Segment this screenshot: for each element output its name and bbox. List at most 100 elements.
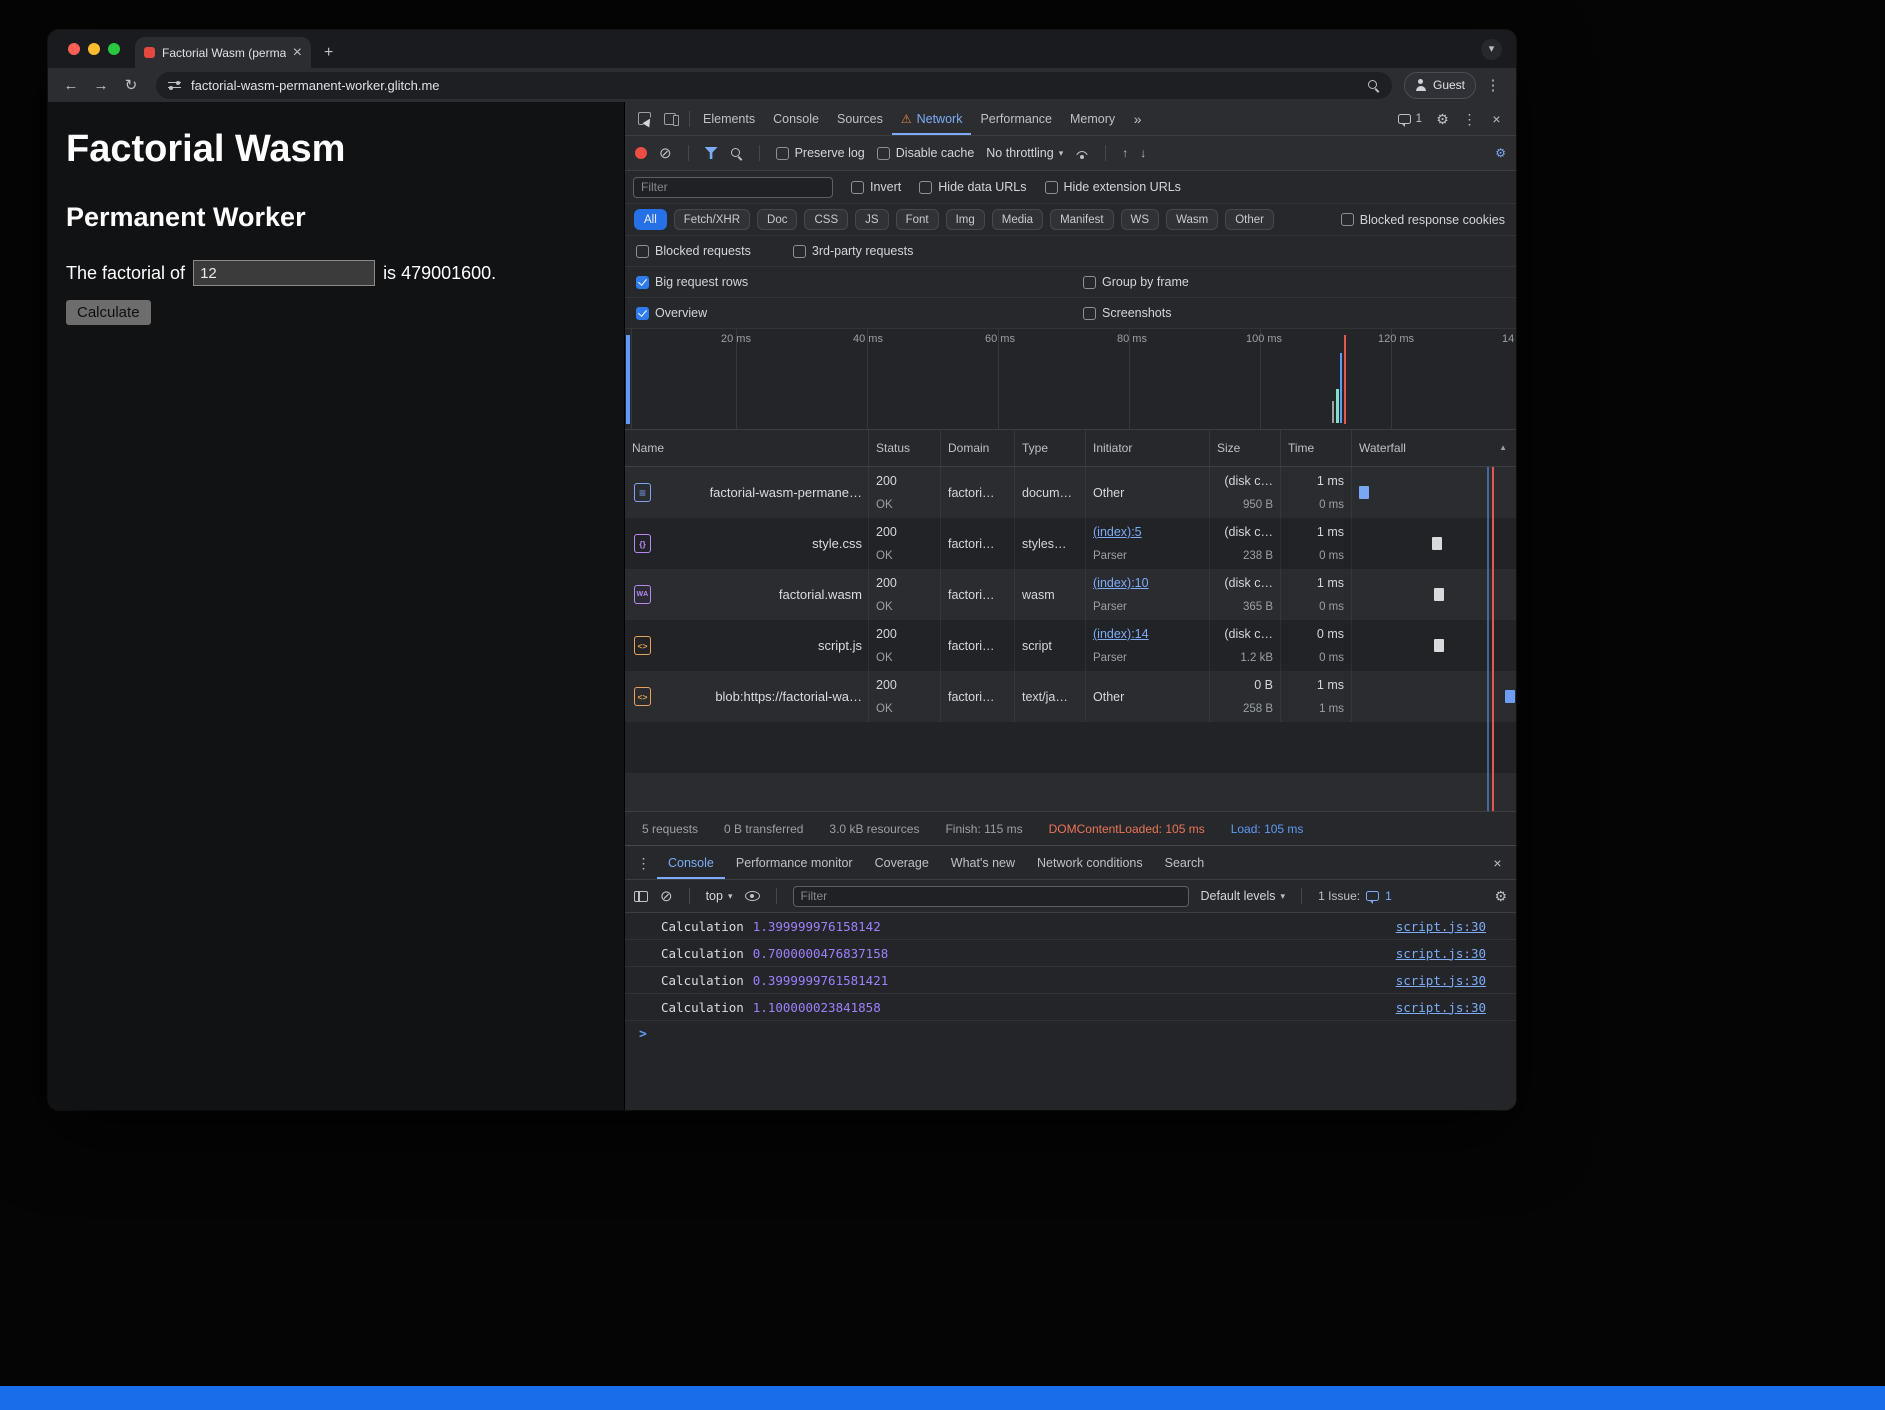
- chip-other[interactable]: Other: [1225, 209, 1274, 230]
- drawer-tab-console[interactable]: Console: [657, 846, 725, 879]
- big-request-rows-checkbox[interactable]: Big request rows: [636, 275, 748, 289]
- chip-all[interactable]: All: [634, 209, 667, 230]
- inspect-element-button[interactable]: [631, 106, 658, 132]
- tab-network[interactable]: Network: [892, 102, 972, 135]
- column-header-domain[interactable]: Domain: [941, 430, 1015, 466]
- site-settings-icon[interactable]: [168, 80, 181, 91]
- clear-network-log-button[interactable]: [659, 146, 672, 161]
- chip-font[interactable]: Font: [896, 209, 939, 230]
- drawer-tab-coverage[interactable]: Coverage: [864, 846, 940, 879]
- close-window-button[interactable]: [68, 43, 80, 55]
- chip-manifest[interactable]: Manifest: [1050, 209, 1113, 230]
- console-source-link[interactable]: script.js:30: [1396, 946, 1486, 961]
- column-header-size[interactable]: Size: [1210, 430, 1281, 466]
- blocked-response-cookies-checkbox[interactable]: Blocked response cookies: [1341, 213, 1507, 227]
- chip-fetch-xhr[interactable]: Fetch/XHR: [674, 209, 750, 230]
- search-button[interactable]: [730, 147, 743, 160]
- network-settings-gear-icon[interactable]: [1495, 147, 1506, 159]
- third-party-requests-checkbox[interactable]: 3rd-party requests: [793, 244, 913, 258]
- hide-extension-urls-checkbox[interactable]: Hide extension URLs: [1045, 180, 1181, 194]
- drawer-tab-whats-new[interactable]: What's new: [940, 846, 1026, 879]
- network-table-body[interactable]: factorial-wasm-permane… 200OK factori… d…: [625, 467, 1516, 811]
- throttling-dropdown[interactable]: No throttling: [986, 146, 1063, 160]
- chip-media[interactable]: Media: [992, 209, 1043, 230]
- tab-search-button[interactable]: [1481, 39, 1502, 60]
- console-prompt[interactable]: [625, 1021, 1516, 1047]
- drawer-tab-search[interactable]: Search: [1154, 846, 1216, 879]
- console-source-link[interactable]: script.js:30: [1396, 919, 1486, 934]
- drawer-tab-performance-monitor[interactable]: Performance monitor: [725, 846, 864, 879]
- chip-wasm[interactable]: Wasm: [1166, 209, 1218, 230]
- network-request-row[interactable]: factorial.wasm 200OK factori… wasm (inde…: [625, 569, 1516, 620]
- export-har-button[interactable]: [1140, 147, 1146, 159]
- console-settings-gear-icon[interactable]: [1494, 889, 1507, 903]
- tab-performance[interactable]: Performance: [971, 102, 1061, 135]
- tab-close-icon[interactable]: [293, 45, 302, 61]
- browser-menu-button[interactable]: [1480, 72, 1506, 98]
- console-pane[interactable]: Calculation 1.399999976158142 script.js:…: [625, 913, 1516, 1110]
- reload-button[interactable]: [118, 72, 144, 98]
- overview-checkbox[interactable]: Overview: [636, 306, 707, 320]
- devtools-settings-button[interactable]: [1429, 106, 1456, 132]
- preserve-log-checkbox[interactable]: Preserve log: [776, 146, 865, 160]
- network-conditions-button[interactable]: [1075, 148, 1089, 159]
- tab-memory[interactable]: Memory: [1061, 102, 1124, 135]
- address-bar[interactable]: factorial-wasm-permanent-worker.glitch.m…: [156, 72, 1392, 99]
- chip-doc[interactable]: Doc: [757, 209, 797, 230]
- network-filter-input[interactable]: [633, 177, 833, 198]
- network-request-row[interactable]: style.css 200OK factori… styles… (index)…: [625, 518, 1516, 569]
- more-tabs-button[interactable]: [1124, 106, 1151, 132]
- browser-tab[interactable]: Factorial Wasm (permanent W: [135, 37, 311, 68]
- initiator-link[interactable]: (index):14: [1093, 627, 1202, 641]
- chip-img[interactable]: Img: [946, 209, 985, 230]
- chip-css[interactable]: CSS: [804, 209, 848, 230]
- network-overview-timeline[interactable]: 20 ms 40 ms 60 ms 80 ms 100 ms 120 ms 14: [625, 329, 1516, 430]
- calculate-button[interactable]: Calculate: [66, 300, 151, 325]
- blocked-requests-checkbox[interactable]: Blocked requests: [636, 244, 751, 258]
- console-source-link[interactable]: script.js:30: [1396, 973, 1486, 988]
- screenshots-checkbox[interactable]: Screenshots: [1083, 306, 1171, 320]
- zoom-window-button[interactable]: [108, 43, 120, 55]
- network-request-row[interactable]: blob:https://factorial-wa… 200OK factori…: [625, 671, 1516, 722]
- console-filter-input[interactable]: [793, 886, 1189, 907]
- invert-checkbox[interactable]: Invert: [851, 180, 901, 194]
- column-header-name[interactable]: Name: [625, 430, 869, 466]
- tab-sources[interactable]: Sources: [828, 102, 892, 135]
- drawer-tab-network-conditions[interactable]: Network conditions: [1026, 846, 1154, 879]
- column-header-type[interactable]: Type: [1015, 430, 1086, 466]
- chip-ws[interactable]: WS: [1121, 209, 1160, 230]
- live-expression-icon[interactable]: [745, 891, 760, 901]
- column-header-time[interactable]: Time: [1281, 430, 1352, 466]
- log-levels-dropdown[interactable]: Default levels: [1201, 889, 1286, 903]
- network-request-row[interactable]: script.js 200OK factori… script (index):…: [625, 620, 1516, 671]
- record-network-log-button[interactable]: [635, 147, 647, 159]
- tab-console[interactable]: Console: [764, 102, 828, 135]
- clear-console-button[interactable]: [660, 889, 673, 904]
- minimize-window-button[interactable]: [88, 43, 100, 55]
- group-by-frame-checkbox[interactable]: Group by frame: [1083, 275, 1189, 289]
- filter-toggle-button[interactable]: [705, 147, 718, 159]
- factorial-input[interactable]: [193, 260, 375, 286]
- chip-js[interactable]: JS: [855, 209, 888, 230]
- console-messages-badge[interactable]: 1: [1391, 113, 1429, 125]
- drawer-close-button[interactable]: [1484, 850, 1511, 876]
- disable-cache-checkbox[interactable]: Disable cache: [877, 146, 975, 160]
- tab-elements[interactable]: Elements: [694, 102, 764, 135]
- initiator-link[interactable]: (index):5: [1093, 525, 1202, 539]
- column-header-status[interactable]: Status: [869, 430, 941, 466]
- network-request-row[interactable]: factorial-wasm-permane… 200OK factori… d…: [625, 467, 1516, 518]
- profile-chip[interactable]: Guest: [1404, 72, 1476, 99]
- column-header-waterfall[interactable]: Waterfall: [1352, 430, 1516, 466]
- hide-data-urls-checkbox[interactable]: Hide data URLs: [919, 180, 1026, 194]
- console-sidebar-toggle-icon[interactable]: [634, 891, 648, 902]
- drawer-menu-button[interactable]: [630, 850, 657, 876]
- forward-button[interactable]: [88, 72, 114, 98]
- back-button[interactable]: [58, 72, 84, 98]
- issues-counter[interactable]: 1 Issue:1: [1318, 889, 1392, 903]
- console-source-link[interactable]: script.js:30: [1396, 1000, 1486, 1015]
- zoom-icon[interactable]: [1367, 79, 1380, 92]
- devtools-close-button[interactable]: [1483, 106, 1510, 132]
- devtools-menu-button[interactable]: [1456, 106, 1483, 132]
- device-toolbar-button[interactable]: [658, 106, 685, 132]
- column-header-initiator[interactable]: Initiator: [1086, 430, 1210, 466]
